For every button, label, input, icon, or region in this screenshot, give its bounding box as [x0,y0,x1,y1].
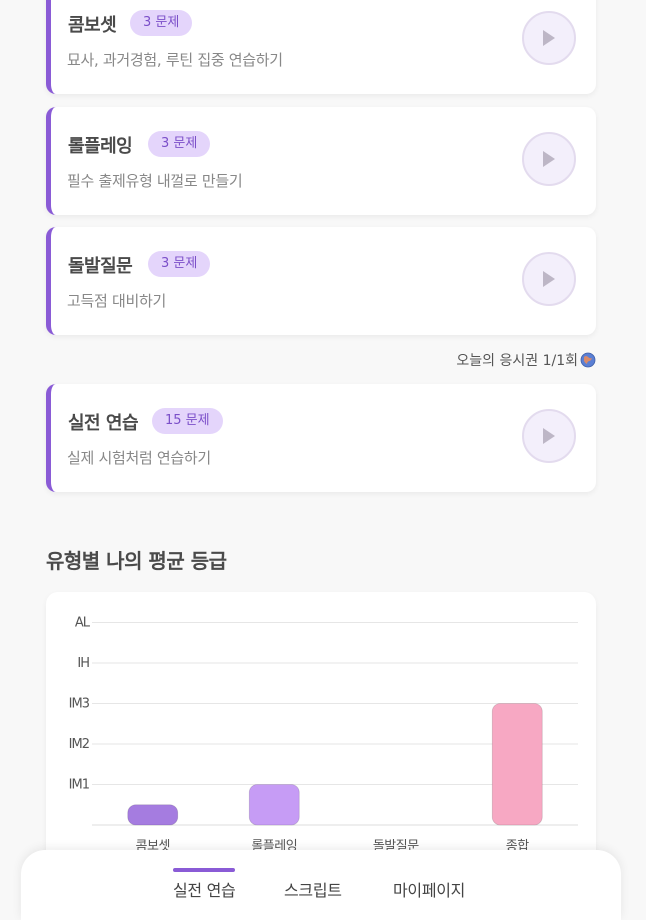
play-icon [543,151,555,167]
question-count-badge: 3 문제 [148,131,211,157]
nav-tab-script[interactable]: 스크립트 [284,877,342,901]
question-count-badge: 3 문제 [148,251,211,277]
daily-ticket-status: 오늘의 응시권 1/1회 [456,350,596,370]
grade-chart-card: IM1 IM2 IM3 IH AL 콤보셋 롤플레잉 돌발질문 종합 [46,592,596,892]
chart-bar [248,784,300,826]
card-subtitle: 고득점 대비하기 [67,292,166,310]
card-subtitle: 묘사, 과거경험, 루틴 집중 연습하기 [67,51,283,69]
section-title: 유형별 나의 평균 등급 [46,549,227,573]
globe-icon [580,352,596,368]
grade-bar-chart: IM1IM2IM3IHAL콤보셋 롤플레잉 돌발질문 종합 [69,616,578,854]
play-icon [543,428,555,444]
question-count-badge: 15 문제 [152,408,223,434]
play-icon [543,271,555,287]
card-title: 돌발질문 [68,256,133,277]
play-button[interactable] [522,409,576,463]
card-subtitle: 실제 시험처럼 연습하기 [67,449,211,467]
practice-card-roleplay[interactable]: 롤플레잉 3 문제 필수 출제유형 내껄로 만들기 [46,107,596,215]
nav-tab-mypage[interactable]: 마이페이지 [393,877,465,901]
card-title: 롤플레잉 [68,136,133,157]
play-icon [543,30,555,46]
active-tab-indicator [173,868,235,872]
card-title: 콤보셋 [68,15,117,36]
y-tick-label: AL [75,616,91,631]
practice-card-combo[interactable]: 콤보셋 3 문제 묘사, 과거경험, 루틴 집중 연습하기 [46,0,596,94]
question-count-badge: 3 문제 [130,10,193,36]
y-tick-label: IH [77,656,89,671]
card-subtitle: 필수 출제유형 내껄로 만들기 [67,172,243,190]
play-button[interactable] [522,132,576,186]
practice-card-surprise[interactable]: 돌발질문 3 문제 고득점 대비하기 [46,227,596,335]
chart-bar [127,804,179,826]
nav-tab-practice[interactable]: 실전 연습 [173,877,236,901]
card-title: 실전 연습 [68,413,139,434]
bottom-nav: 실전 연습 스크립트 마이페이지 [21,850,621,920]
daily-ticket-text: 오늘의 응시권 1/1회 [456,353,578,369]
chart-bar [491,703,543,826]
play-button[interactable] [522,11,576,65]
play-button[interactable] [522,252,576,306]
real-test-card[interactable]: 실전 연습 15 문제 실제 시험처럼 연습하기 [46,384,596,492]
y-tick-label: IM2 [69,737,89,752]
y-tick-label: IM1 [69,778,90,793]
y-tick-label: IM3 [69,697,90,712]
